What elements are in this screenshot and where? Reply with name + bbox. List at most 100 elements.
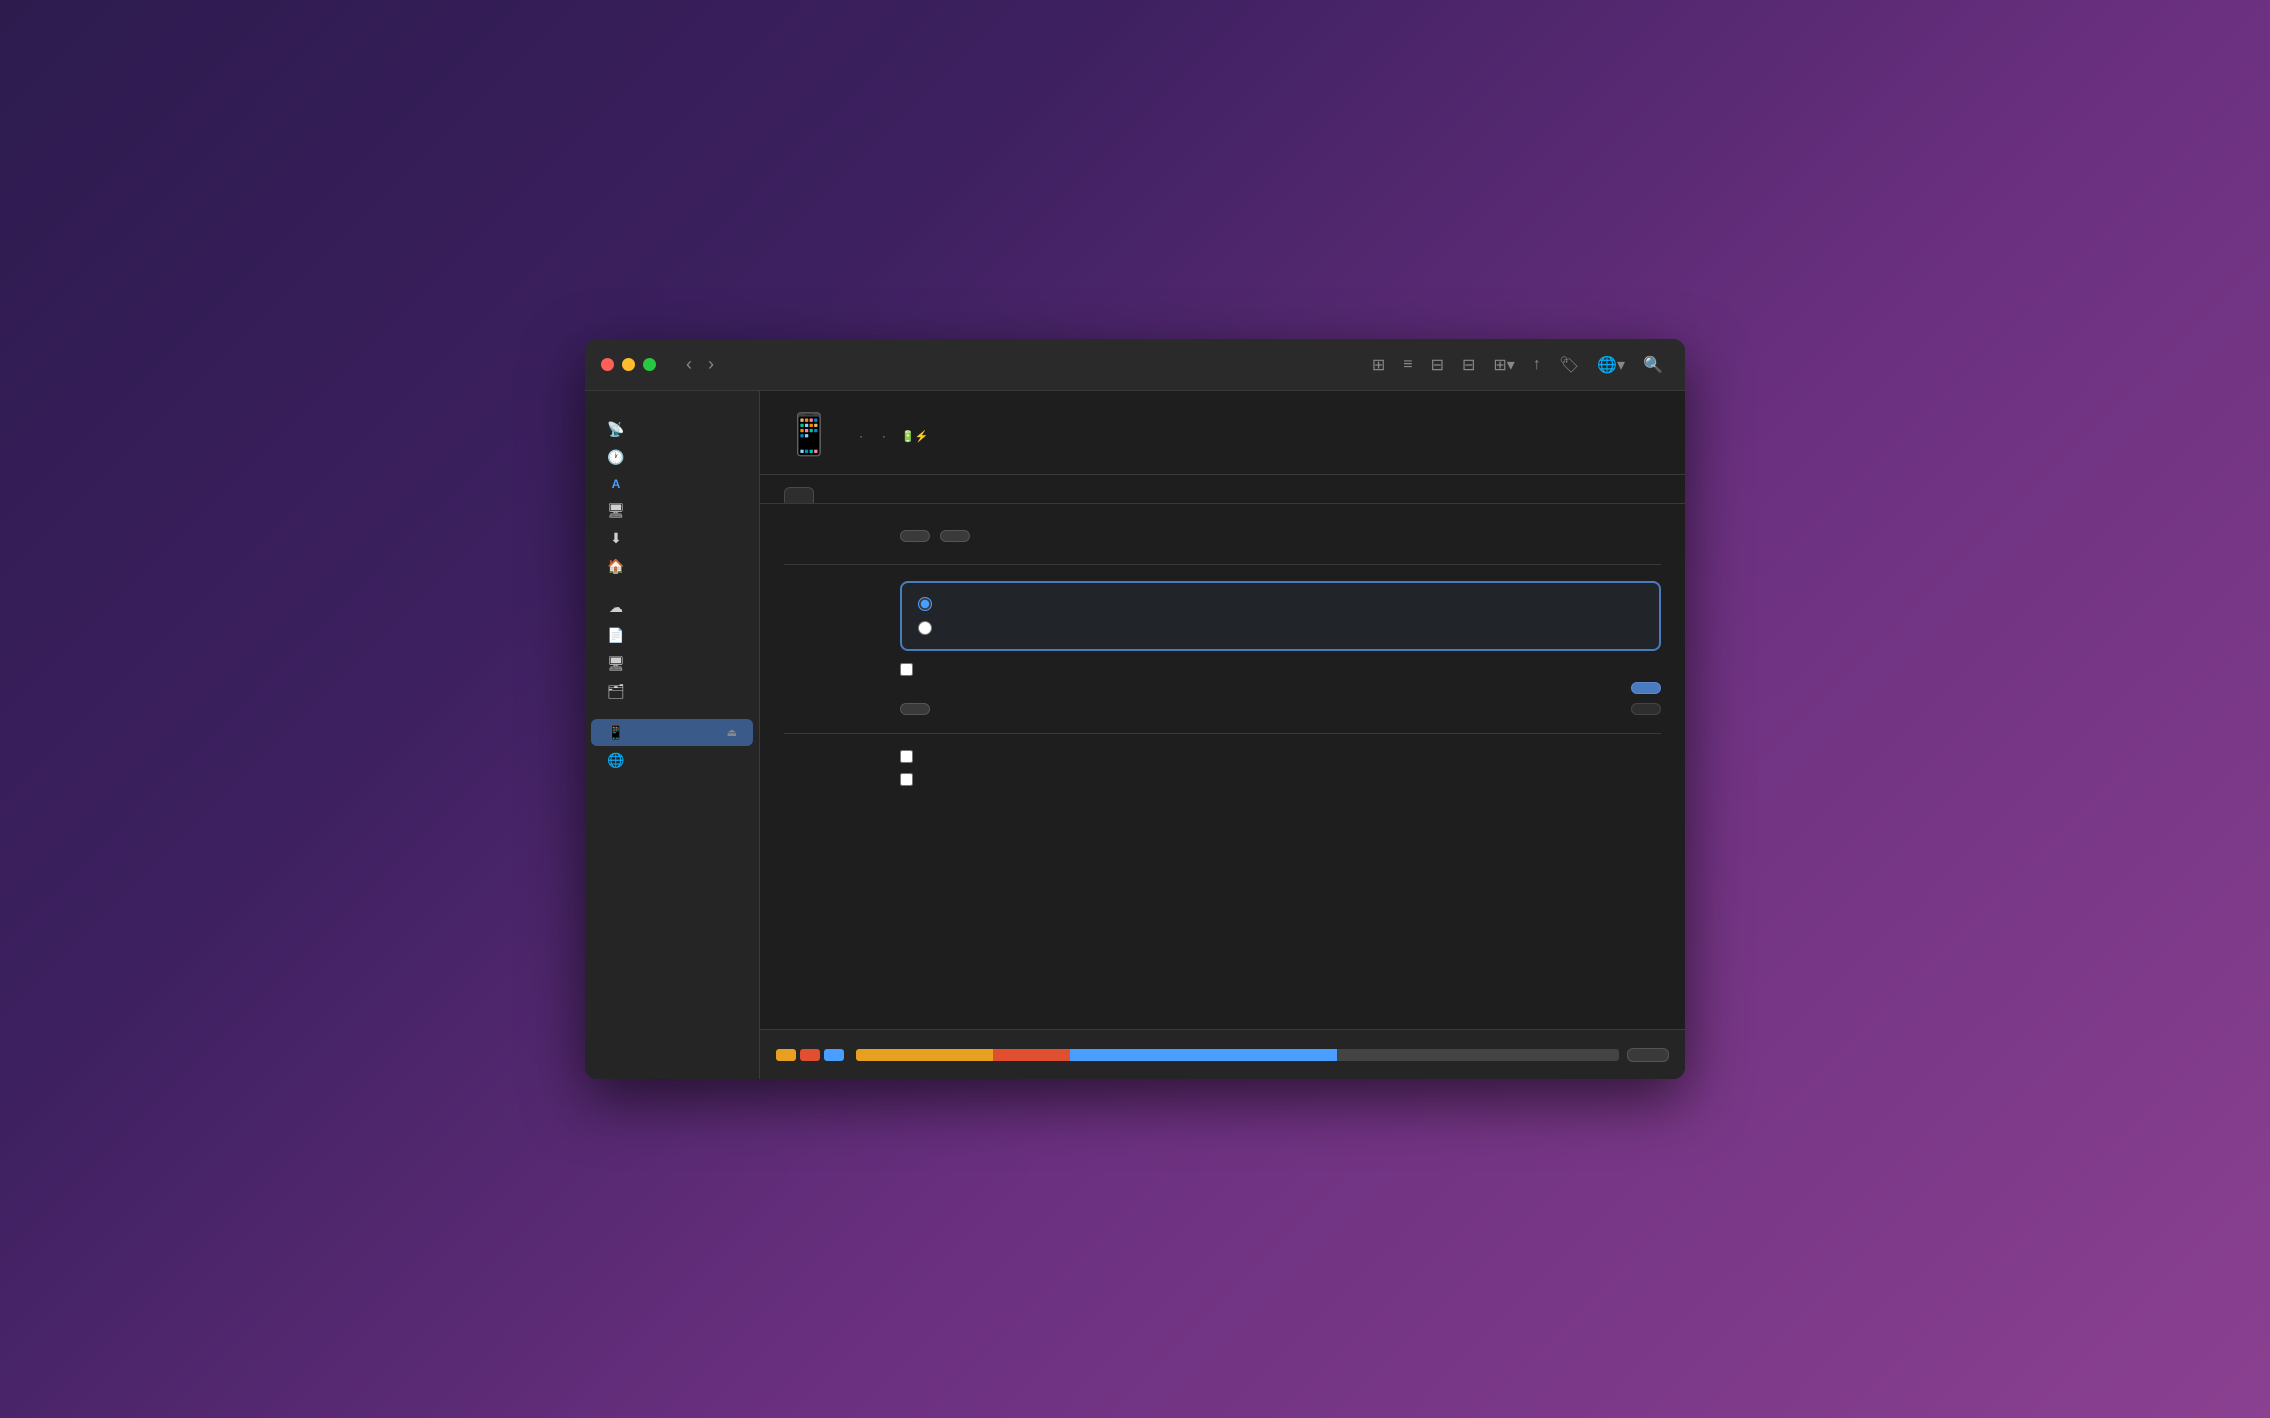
locations-label	[585, 706, 759, 718]
eject-icon[interactable]: ⏏	[727, 726, 737, 739]
software-section	[784, 524, 1661, 546]
back-button[interactable]: ‹	[680, 350, 698, 379]
prefer-sd-checkbox[interactable]	[900, 750, 913, 763]
main-panel	[760, 504, 1685, 1029]
maximize-button[interactable]	[643, 358, 656, 371]
backup-mac-option[interactable]	[918, 621, 1643, 635]
device-details: · · 🔋⚡	[850, 429, 929, 443]
sidebar-item-icloud-desktop[interactable]: 🖥	[591, 650, 753, 677]
tab-podcasts[interactable]	[912, 487, 942, 503]
docs-bar	[1070, 1049, 1337, 1061]
device-header: 📱 · · 🔋⚡	[760, 391, 1685, 475]
photos-bar	[856, 1049, 993, 1061]
storage-bar	[848, 1049, 1619, 1061]
icloud-icon: ☁	[607, 599, 625, 616]
share-icon[interactable]: ↑	[1527, 352, 1547, 378]
sidebar-item-shared[interactable]: 🗂	[591, 678, 753, 705]
main-content: 📱 · · 🔋⚡	[760, 391, 1685, 1079]
options-label	[784, 750, 884, 752]
bottom-bar	[760, 1029, 1685, 1079]
storage-legend	[776, 1049, 1619, 1061]
manage-row	[900, 703, 1661, 715]
docs-tag	[824, 1049, 844, 1061]
forward-button[interactable]: ›	[702, 350, 720, 379]
backup-radio-group	[918, 597, 1643, 635]
desktop-icon: 🖥	[607, 502, 625, 519]
airdrop-icon: 📡	[607, 421, 625, 438]
encrypt-checkbox-item[interactable]	[900, 663, 1661, 676]
search-icon[interactable]: 🔍	[1637, 351, 1669, 379]
minimize-button[interactable]	[622, 358, 635, 371]
sidebar-item-network[interactable]: 🌐	[591, 747, 753, 774]
tab-audiobooks[interactable]	[944, 487, 974, 503]
divider-1	[784, 564, 1661, 565]
titlebar: ‹ › ⊞ ≡ ⊟ ⊟ ⊞▾ ↑ 🏷 🌐▾ 🔍	[585, 339, 1685, 391]
software-content	[900, 524, 1661, 546]
toolbar-icons: ⊞ ≡ ⊟ ⊟ ⊞▾ ↑ 🏷 🌐▾ 🔍	[1366, 351, 1669, 379]
sidebar-item-airdrop[interactable]: 📡	[591, 416, 753, 443]
tab-tv-shows[interactable]	[880, 487, 910, 503]
encrypt-checkbox[interactable]	[900, 663, 913, 676]
sidebar-item-desktop[interactable]: 🖥	[591, 497, 753, 524]
options-section	[784, 750, 1661, 790]
tab-music[interactable]	[816, 487, 846, 503]
sidebar-item-michphone[interactable]: 📱 ⏏	[591, 719, 753, 746]
column-view-icon[interactable]: ⊟	[1425, 351, 1450, 379]
manage-backups-button[interactable]	[900, 703, 930, 715]
options-content	[900, 750, 1661, 790]
icloud-desktop-icon: 🖥	[607, 655, 625, 672]
divider-2	[784, 733, 1661, 734]
nav-buttons: ‹ ›	[680, 350, 720, 379]
grid-view-icon[interactable]: ⊞	[1366, 351, 1391, 379]
tab-info[interactable]	[1072, 487, 1102, 503]
tags-label	[585, 775, 759, 787]
finder-window: ‹ › ⊞ ≡ ⊟ ⊟ ⊞▾ ↑ 🏷 🌐▾ 🔍 📡 🕐	[585, 339, 1685, 1079]
sidebar-item-applications[interactable]: A	[591, 472, 753, 496]
tab-files[interactable]	[1040, 487, 1070, 503]
sidebar-item-downloads[interactable]: ⬇	[591, 525, 753, 552]
tab-books[interactable]	[976, 487, 1006, 503]
backups-label	[784, 581, 884, 583]
backup-icloud-radio[interactable]	[918, 597, 932, 611]
close-button[interactable]	[601, 358, 614, 371]
sidebar-item-documents[interactable]: 📄	[591, 622, 753, 649]
content-area: 📡 🕐 A 🖥 ⬇ 🏠	[585, 391, 1685, 1079]
downloads-icon: ⬇	[607, 530, 625, 547]
restore-backup-button[interactable]	[1631, 703, 1661, 715]
battery-icon: 🔋⚡	[901, 430, 928, 443]
tab-photos[interactable]	[1008, 487, 1038, 503]
backup-mac-radio[interactable]	[918, 621, 932, 635]
phone-icon: 📱	[607, 724, 625, 741]
sidebar: 📡 🕐 A 🖥 ⬇ 🏠	[585, 391, 760, 1079]
tag-icon[interactable]: 🏷	[1553, 351, 1585, 379]
last-backup-row	[900, 680, 1661, 695]
traffic-lights	[601, 358, 656, 371]
tabs-bar	[760, 475, 1685, 504]
show-wifi-item[interactable]	[900, 773, 1661, 786]
backups-box	[900, 581, 1661, 651]
prefer-sd-item[interactable]	[900, 750, 1661, 763]
applications-icon: A	[607, 477, 625, 491]
back-up-now-button[interactable]	[1631, 682, 1661, 694]
sync-button[interactable]	[1627, 1048, 1669, 1062]
check-update-button[interactable]	[900, 530, 930, 542]
restore-iphone-button[interactable]	[940, 530, 970, 542]
update-buttons	[900, 530, 1661, 542]
icloud-label	[585, 581, 759, 593]
sidebar-item-recents[interactable]: 🕐	[591, 444, 753, 471]
sidebar-item-home[interactable]: 🏠	[591, 553, 753, 580]
tab-general[interactable]	[784, 487, 814, 503]
device-icon: 📱	[784, 411, 834, 458]
tab-movies[interactable]	[848, 487, 878, 503]
documents-icon: 📄	[607, 627, 625, 644]
backup-icloud-option[interactable]	[918, 597, 1643, 611]
apps-bar	[993, 1049, 1069, 1061]
show-wifi-checkbox[interactable]	[900, 773, 913, 786]
last-backup-text	[900, 680, 904, 695]
backups-content	[900, 581, 1661, 715]
gallery-view-icon[interactable]: ⊟	[1456, 351, 1481, 379]
group-icon[interactable]: ⊞▾	[1487, 351, 1520, 379]
sidebar-item-icloud-drive[interactable]: ☁	[591, 594, 753, 621]
list-view-icon[interactable]: ≡	[1397, 352, 1418, 378]
account-icon[interactable]: 🌐▾	[1591, 351, 1631, 379]
